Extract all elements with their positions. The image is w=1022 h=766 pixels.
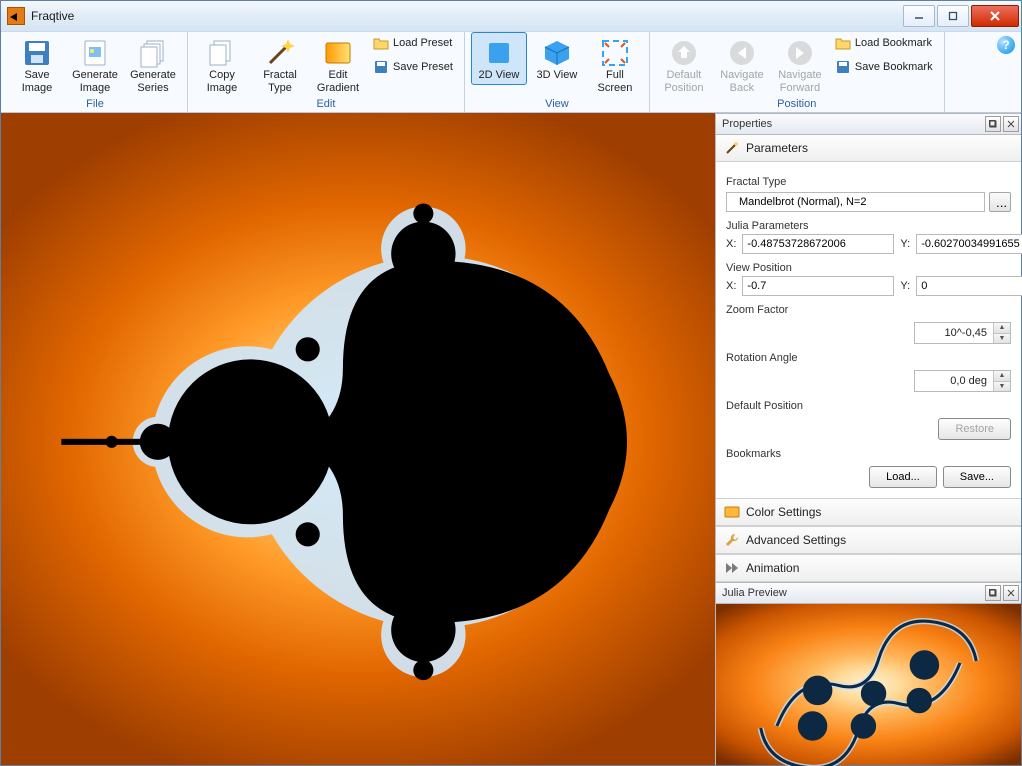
julia-y-input[interactable] [916, 234, 1022, 254]
floppy-small-icon [373, 59, 389, 75]
ribbon-group-file: Save Image Generate Image [3, 32, 188, 112]
spin-up-icon[interactable]: ▲ [994, 323, 1010, 334]
fractal-viewport[interactable] [1, 113, 715, 765]
mandelbrot-icon [1, 113, 715, 765]
cube-icon [541, 37, 573, 69]
navigate-back-button[interactable]: Navigate Back [714, 32, 770, 97]
gradient-icon [322, 37, 354, 69]
parameters-header[interactable]: Parameters [716, 135, 1021, 162]
zoom-factor-label: Zoom Factor [726, 304, 1011, 316]
color-settings-header[interactable]: Color Settings [716, 498, 1021, 526]
properties-accordion: Parameters Fractal Type ... Julia Parame… [716, 135, 1021, 582]
fullscreen-icon [599, 37, 631, 69]
ribbon-toolbar: Save Image Generate Image [1, 32, 1021, 113]
julia-x-input[interactable] [742, 234, 894, 254]
help-button[interactable]: ? [997, 36, 1015, 54]
x-label: X: [726, 238, 736, 250]
gradient-small-icon [724, 504, 740, 520]
home-arrow-icon [668, 37, 700, 69]
arrow-left-icon [726, 37, 758, 69]
minimize-button[interactable] [903, 5, 935, 27]
ribbon-caption-file: File [86, 98, 104, 110]
spin-down-icon[interactable]: ▼ [994, 334, 1010, 344]
view-x-input[interactable] [742, 276, 894, 296]
title-bar[interactable]: Fraqtive [1, 1, 1021, 32]
julia-preview-dock-title[interactable]: Julia Preview [716, 582, 1021, 604]
view-position-label: View Position [726, 262, 1011, 274]
fractal-type-field[interactable] [726, 192, 985, 212]
bookmarks-load-button[interactable]: Load... [869, 466, 937, 488]
full-screen-button[interactable]: Full Screen [587, 32, 643, 97]
folder-open-icon [373, 35, 389, 51]
fractal-type-button[interactable]: Fractal Type [252, 32, 308, 97]
edit-gradient-button[interactable]: Edit Gradient [310, 32, 366, 97]
fast-forward-icon [724, 560, 740, 576]
fractal-type-label: Fractal Type [726, 176, 1011, 188]
julia-params-label: Julia Parameters [726, 220, 1011, 232]
copy-image-button[interactable]: Copy Image [194, 32, 250, 97]
navigate-forward-button[interactable]: Navigate Forward [772, 32, 828, 97]
ribbon-group-position: Default Position Navigate Back Navigate … [650, 32, 945, 112]
app-window: Fraqtive Save [0, 0, 1022, 766]
right-dock-column: Properties Parameters Fractal Type [715, 113, 1021, 765]
properties-dock-title[interactable]: Properties [716, 113, 1021, 135]
close-button[interactable] [971, 5, 1019, 27]
animation-header[interactable]: Animation [716, 554, 1021, 582]
window-title: Fraqtive [31, 9, 903, 23]
folder-open-icon [835, 35, 851, 51]
dock-float-button[interactable] [985, 116, 1001, 132]
rotation-spinner[interactable]: 0,0 deg ▲▼ [914, 370, 1011, 392]
floppy-small-icon [835, 59, 851, 75]
copy-icon [206, 37, 238, 69]
parameters-body: Fractal Type ... Julia Parameters X: Y: … [716, 162, 1021, 498]
save-image-button[interactable]: Save Image [9, 32, 65, 97]
rotation-angle-label: Rotation Angle [726, 352, 1011, 364]
julia-preview-viewport[interactable] [716, 604, 1021, 765]
ribbon-caption-position: Position [777, 98, 816, 110]
ribbon-group-view: 2D View 3D View Full Screen [465, 32, 650, 112]
load-bookmark-button[interactable]: Load Bookmark [830, 32, 938, 54]
view-y-input[interactable] [916, 276, 1022, 296]
stack-icon [137, 37, 169, 69]
advanced-settings-header[interactable]: Advanced Settings [716, 526, 1021, 554]
wrench-icon [724, 532, 740, 548]
2d-view-button[interactable]: 2D View [471, 32, 527, 85]
bookmarks-save-button[interactable]: Save... [943, 466, 1011, 488]
ribbon-caption-view: View [545, 98, 569, 110]
zoom-spinner[interactable]: 10^-0,45 ▲▼ [914, 322, 1011, 344]
julia-preview-panel [716, 604, 1021, 765]
generate-image-button[interactable]: Generate Image [67, 32, 123, 97]
spin-up-icon[interactable]: ▲ [994, 371, 1010, 382]
bookmarks-label: Bookmarks [726, 448, 1011, 460]
3d-view-button[interactable]: 3D View [529, 32, 585, 85]
wand-small-icon [724, 140, 740, 156]
preview-float-button[interactable] [985, 585, 1001, 601]
preview-close-button[interactable] [1003, 585, 1019, 601]
page-icon [79, 37, 111, 69]
julia-icon [716, 604, 1021, 766]
fractal-type-browse-button[interactable]: ... [989, 192, 1011, 212]
arrow-right-icon [784, 37, 816, 69]
save-preset-button[interactable]: Save Preset [368, 56, 458, 78]
y-label: Y: [900, 238, 910, 250]
floppy-icon [21, 37, 53, 69]
ribbon-caption-edit: Edit [316, 98, 335, 110]
load-preset-button[interactable]: Load Preset [368, 32, 458, 54]
maximize-button[interactable] [937, 5, 969, 27]
parameters-header-label: Parameters [746, 141, 808, 155]
default-position-label: Default Position [726, 400, 1011, 412]
default-position-button[interactable]: Default Position [656, 32, 712, 97]
app-icon [7, 7, 25, 25]
wand-icon [264, 37, 296, 69]
ribbon-group-edit: Copy Image Fractal Type Edit Gradient [188, 32, 465, 112]
dock-close-button[interactable] [1003, 116, 1019, 132]
spin-down-icon[interactable]: ▼ [994, 382, 1010, 392]
save-bookmark-button[interactable]: Save Bookmark [830, 56, 938, 78]
generate-series-button[interactable]: Generate Series [125, 32, 181, 97]
square-icon [483, 37, 515, 69]
restore-button[interactable]: Restore [938, 418, 1011, 440]
